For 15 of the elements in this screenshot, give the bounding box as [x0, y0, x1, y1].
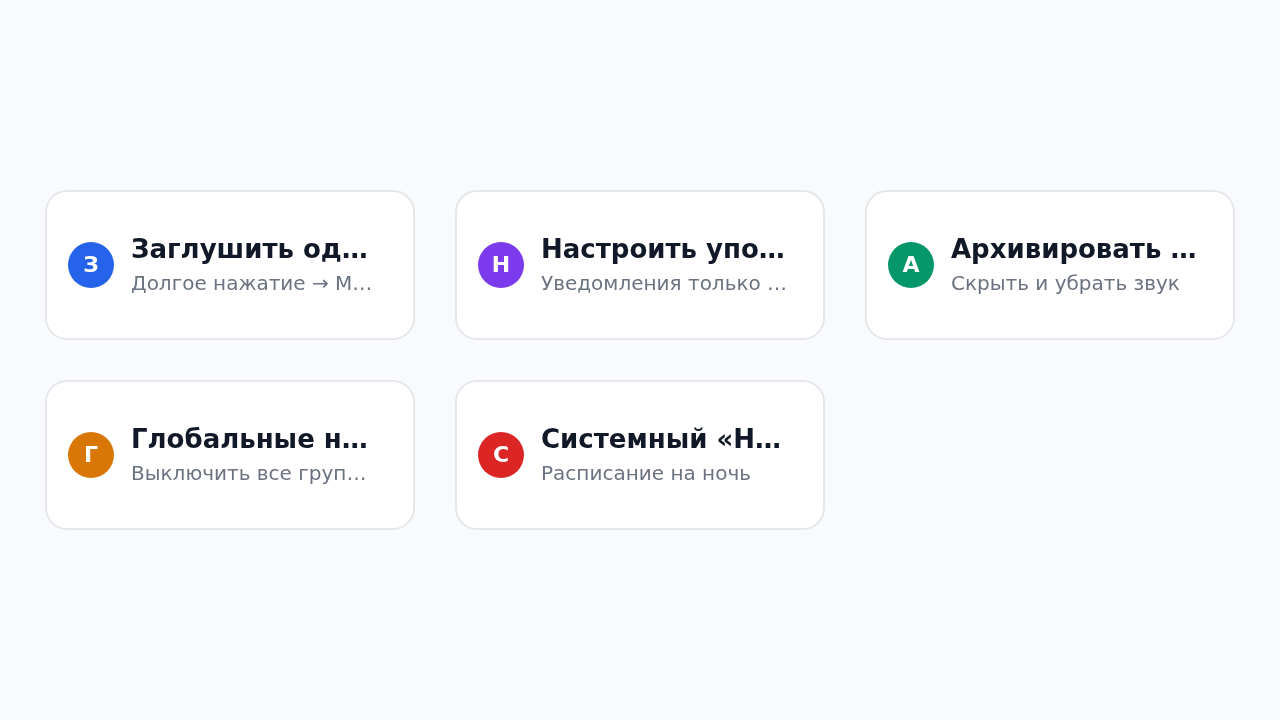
letter-avatar: З [68, 242, 114, 288]
option-title: Архивировать … [951, 233, 1197, 265]
option-subtitle: Уведомления только … [541, 270, 788, 297]
letter-avatar: А [888, 242, 934, 288]
option-subtitle: Выключить все груп… [131, 460, 368, 487]
option-title: Заглушить од… [131, 233, 369, 265]
option-title: Системный «Н… [541, 423, 781, 455]
letter-avatar: Н [478, 242, 524, 288]
option-subtitle: Расписание на ночь [541, 460, 752, 487]
option-title: Глобальные н… [131, 423, 368, 455]
letter-avatar: Г [68, 432, 114, 478]
letter-avatar: С [478, 432, 524, 478]
option-subtitle: Скрыть и убрать звук [951, 270, 1181, 297]
option-subtitle: Долгое нажатие → М… [131, 270, 373, 297]
option-title: Настроить упо… [541, 233, 786, 265]
